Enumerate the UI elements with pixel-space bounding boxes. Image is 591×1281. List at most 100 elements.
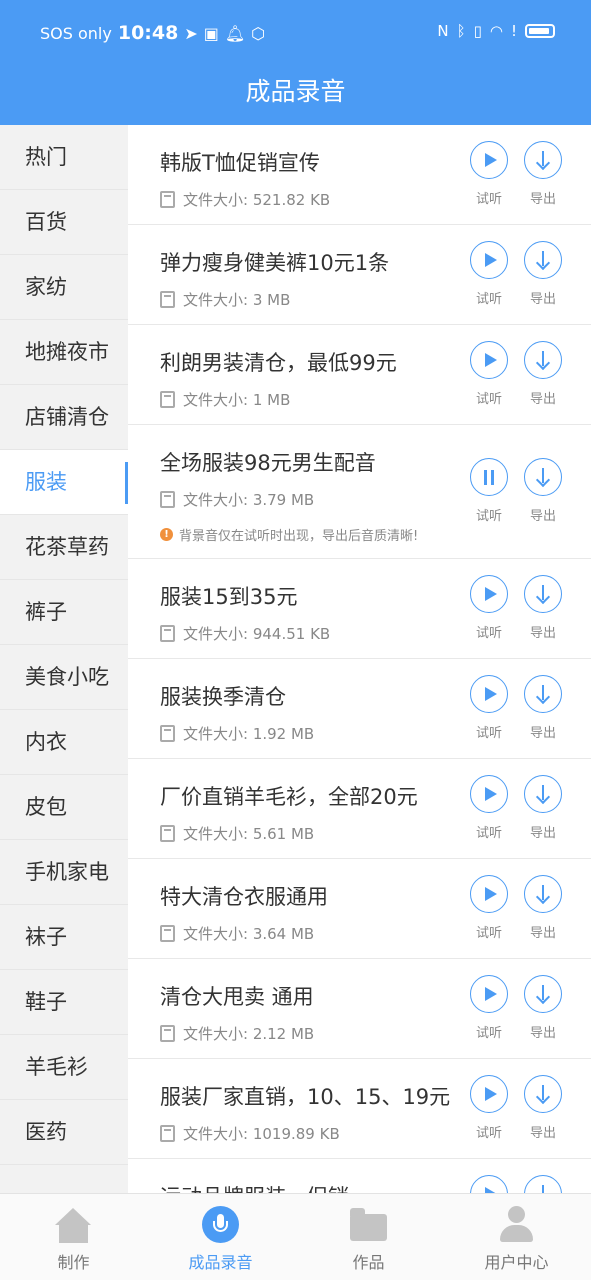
preview-button[interactable]: 试听 bbox=[469, 675, 509, 741]
notice: ! 背景音仅在试听时出现，导出后音质清晰! bbox=[160, 525, 418, 544]
export-button[interactable]: 导出 bbox=[523, 141, 563, 207]
sidebar-item-label: 家纺 bbox=[25, 275, 67, 299]
list-item[interactable]: 韩版T恤促销宣传 文件大小: 521.82 KB 试听 导出 bbox=[128, 125, 591, 225]
export-button[interactable]: 导出 bbox=[523, 458, 563, 524]
file-size-text: 文件大小: 944.51 KB bbox=[183, 625, 331, 643]
export-button[interactable]: 导出 bbox=[523, 1075, 563, 1141]
list-item[interactable]: 服装厂家直销，10、15、19元 文件大小: 1019.89 KB 试听 导出 bbox=[128, 1059, 591, 1159]
export-button[interactable]: 导出 bbox=[523, 775, 563, 841]
nav-works-label: 作品 bbox=[352, 1253, 385, 1272]
preview-button[interactable]: 试听 bbox=[469, 1175, 509, 1193]
nav-home[interactable]: 制作 bbox=[0, 1194, 147, 1281]
sidebar-item[interactable]: 羊毛衫 bbox=[0, 1035, 128, 1100]
pause-icon bbox=[483, 470, 495, 485]
sidebar-item[interactable]: 热门 bbox=[0, 125, 128, 190]
sidebar-item[interactable]: 手机家电 bbox=[0, 840, 128, 905]
button-circle bbox=[470, 575, 508, 613]
button-circle bbox=[524, 675, 562, 713]
export-label: 导出 bbox=[529, 926, 556, 941]
list-item[interactable]: 厂价直销羊毛衫，全部20元 文件大小: 5.61 MB 试听 导出 bbox=[128, 759, 591, 859]
nav-user-center[interactable]: 用户中心 bbox=[443, 1194, 590, 1281]
sidebar-item[interactable]: 花茶草药 bbox=[0, 515, 128, 580]
recording-title: 利朗男装清仓，最低99元 bbox=[160, 351, 397, 375]
preview-button[interactable]: 试听 bbox=[469, 575, 509, 641]
sidebar-item-label: 热门 bbox=[25, 145, 67, 169]
play-icon bbox=[485, 887, 497, 901]
recording-title: 弹力瘦身健美裤10元1条 bbox=[160, 251, 390, 275]
preview-button[interactable]: 试听 bbox=[469, 1075, 509, 1141]
sidebar-item[interactable]: 服装 bbox=[0, 450, 128, 515]
page-title: 成品录音 bbox=[245, 77, 346, 106]
sidebar-item[interactable]: 地摊夜市 bbox=[0, 320, 128, 385]
category-sidebar: 热门百货家纺地摊夜市店铺清仓 服装花茶草药裤子 美食小吃 内衣 皮包手机家电袜子鞋子羊毛… bbox=[0, 125, 128, 1193]
export-button[interactable]: 导出 bbox=[523, 575, 563, 641]
button-circle bbox=[470, 875, 508, 913]
export-button[interactable]: 导出 bbox=[523, 875, 563, 941]
button-circle bbox=[524, 458, 562, 496]
button-circle bbox=[470, 341, 508, 379]
file-size-text: 文件大小: 521.82 KB bbox=[183, 191, 331, 209]
button-circle bbox=[524, 141, 562, 179]
export-label: 导出 bbox=[529, 826, 556, 841]
user-icon bbox=[498, 1206, 535, 1243]
sidebar-item[interactable]: 家纺 bbox=[0, 255, 128, 320]
sidebar-item[interactable]: 裤子 bbox=[0, 580, 128, 645]
list-item[interactable]: 利朗男装清仓，最低99元 文件大小: 1 MB 试听 导出 bbox=[128, 325, 591, 425]
sidebar-item[interactable]: 内衣 bbox=[0, 710, 128, 775]
nav-recordings[interactable]: 成品录音 bbox=[147, 1194, 294, 1281]
list-item[interactable]: 弹力瘦身健美裤10元1条 文件大小: 3 MB 试听 导出 bbox=[128, 225, 591, 325]
sidebar-item-label: 鞋子 bbox=[25, 990, 67, 1014]
export-button[interactable]: 导出 bbox=[523, 975, 563, 1041]
preview-button[interactable]: 试听 bbox=[469, 141, 509, 207]
list-item[interactable]: 服装15到35元文件大小: 944.51 KB 试听 导出 bbox=[128, 559, 591, 659]
preview-button[interactable]: 试听 bbox=[469, 875, 509, 941]
button-circle bbox=[524, 1175, 562, 1193]
home-icon bbox=[55, 1206, 92, 1243]
list-item[interactable]: 特大清仓衣服通用 文件大小: 3.64 MB 试听 导出 bbox=[128, 859, 591, 959]
button-circle bbox=[524, 1075, 562, 1113]
status-bar: SOS only 10:48 ➤ ▣ 🔔︎ ⬡ N ᛒ ▯ ◠ ! bbox=[0, 0, 591, 66]
sidebar-item[interactable]: 袜子 bbox=[0, 905, 128, 970]
button-circle bbox=[524, 241, 562, 279]
sidebar-item[interactable]: 皮包 bbox=[0, 775, 128, 840]
nav-works[interactable]: 作品 bbox=[295, 1194, 442, 1281]
file-size-text: 文件大小: 1.92 MB bbox=[183, 725, 315, 743]
send-icon: ➤ bbox=[184, 23, 198, 43]
list-item[interactable]: 服装换季清仓文件大小: 1.92 MB 试听 导出 bbox=[128, 659, 591, 759]
export-button[interactable]: 导出 bbox=[523, 341, 563, 407]
sidebar-item-label: 地摊夜市 bbox=[25, 340, 109, 364]
sd-card-icon bbox=[160, 625, 175, 642]
sidebar-item[interactable]: 美食小吃 bbox=[0, 645, 128, 710]
sidebar-item[interactable]: 鞋子 bbox=[0, 970, 128, 1035]
battery-icon bbox=[525, 24, 555, 38]
pause-button[interactable]: 试听 bbox=[469, 458, 509, 524]
play-icon bbox=[485, 1087, 497, 1101]
list-item[interactable]: 全场服装98元男生配音 文件大小: 3.79 MB! 背景音仅在试听时出现，导出后音… bbox=[128, 425, 591, 559]
recording-list: 韩版T恤促销宣传 文件大小: 521.82 KB 试听 导出 弹力瘦身健美裤10元1条文… bbox=[128, 125, 591, 1193]
preview-label: 试听 bbox=[475, 509, 502, 524]
export-button[interactable]: 导出 bbox=[523, 241, 563, 307]
button-circle bbox=[470, 775, 508, 813]
sidebar-item[interactable]: 医药 bbox=[0, 1100, 128, 1165]
preview-button[interactable]: 试听 bbox=[469, 975, 509, 1041]
list-item[interactable]: 运动品牌服装，促销 试听导出 bbox=[128, 1159, 591, 1193]
recording-title: 服装15到35元 bbox=[160, 585, 298, 609]
sidebar-item-label: 花茶草药 bbox=[25, 535, 109, 559]
alert-icon: ! bbox=[510, 22, 517, 40]
sidebar-item[interactable]: 店铺清仓 bbox=[0, 385, 128, 450]
export-button[interactable]: 导出 bbox=[523, 1175, 563, 1193]
button-circle bbox=[524, 975, 562, 1013]
download-icon bbox=[542, 785, 544, 800]
preview-button[interactable]: 试听 bbox=[469, 775, 509, 841]
preview-button[interactable]: 试听 bbox=[469, 241, 509, 307]
preview-button[interactable]: 试听 bbox=[469, 341, 509, 407]
preview-label: 试听 bbox=[475, 826, 502, 841]
sidebar-item-label: 手机家电 bbox=[25, 860, 109, 884]
list-item[interactable]: 清仓大甩卖 通用 文件大小: 2.12 MB 试听 导出 bbox=[128, 959, 591, 1059]
sidebar-item[interactable]: 百货 bbox=[0, 190, 128, 255]
file-size-text: 文件大小: 2.12 MB bbox=[183, 1025, 315, 1043]
play-icon bbox=[485, 987, 497, 1001]
file-size: 文件大小: 5.61 MB bbox=[160, 823, 314, 844]
recording-title: 服装换季清仓 bbox=[160, 685, 286, 709]
export-button[interactable]: 导出 bbox=[523, 675, 563, 741]
